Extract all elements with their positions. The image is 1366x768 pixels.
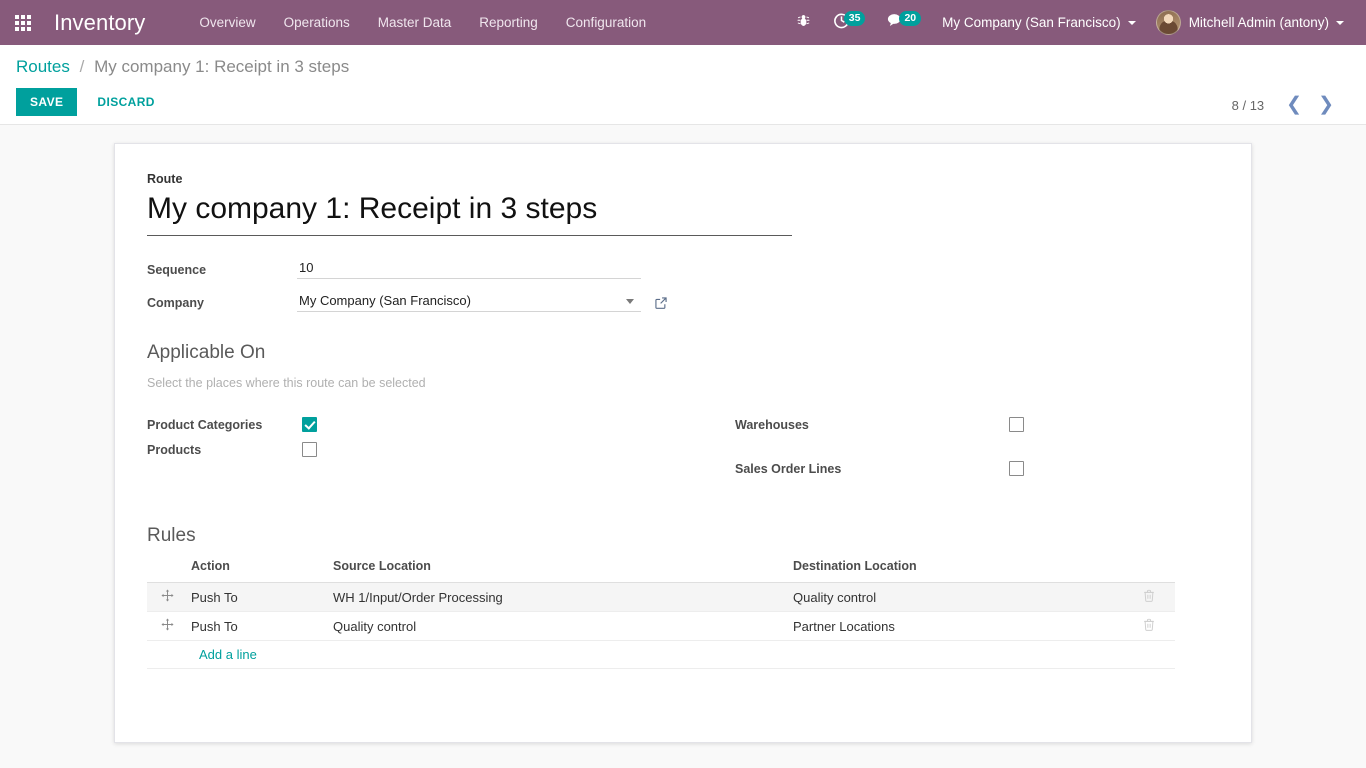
menu-item-reporting[interactable]: Reporting [465,0,552,45]
apps-menu-toggle[interactable] [0,0,46,45]
breadcrumb-item-routes[interactable]: Routes [16,57,70,76]
column-header-action: Action [183,559,325,583]
field-row-product-categories: Product Categories [147,412,683,437]
column-header-destination-location: Destination Location [785,559,1135,583]
apps-grid-icon [15,14,31,31]
pager-value: 8 / 13 [1231,97,1265,113]
bug-icon [796,13,811,33]
top-navbar: Inventory Overview Operations Master Dat… [0,0,1366,45]
navbar-systray: 35 20 My Company (San Francisco) Mitchel… [785,0,1366,45]
row-drag-handle-cell [147,582,183,612]
applicable-on-left-column: Product Categories Products [147,412,683,481]
column-header-source-location: Source Location [325,559,785,583]
form-view-area: Route Sequence Company [0,125,1366,768]
save-button[interactable]: SAVE [16,88,78,116]
sales-order-lines-label: Sales Order Lines [735,461,842,476]
user-menu-label: Mitchell Admin (antony) [1188,15,1329,30]
header-fields-group: Sequence Company [147,258,1219,312]
column-header-handle [147,559,183,583]
column-header-delete [1135,559,1175,583]
discard-button[interactable]: DISCARD [83,88,168,116]
route-name-input[interactable] [147,190,792,236]
warehouses-label: Warehouses [735,417,809,432]
record-action-buttons: SAVE DISCARD [16,88,1350,116]
pager-next-button[interactable]: ❯ [1310,95,1342,114]
record-sheet: Route Sequence Company [114,143,1252,743]
applicable-on-title: Applicable On [147,342,266,363]
product-categories-label: Product Categories [147,417,263,432]
cell-destination-location[interactable]: Quality control [785,582,1135,612]
company-input[interactable] [297,291,641,312]
products-checkbox[interactable] [302,442,317,457]
cell-delete [1135,582,1175,612]
company-switcher-label: My Company (San Francisco) [942,15,1121,30]
rules-table-body: Push To WH 1/Input/Order Processing Qual… [147,582,1175,669]
field-row-products: Products [147,437,683,462]
sales-order-lines-checkbox[interactable] [1009,461,1024,476]
add-line-handle-cell [147,640,183,669]
trash-icon[interactable] [1143,589,1155,605]
drag-move-icon[interactable] [161,618,174,633]
chevron-down-icon [1127,20,1136,25]
table-header-row: Action Source Location Destination Locat… [147,559,1175,583]
applicable-on-right-column: Warehouses Sales Order Lines [683,412,1219,481]
menu-item-master-data[interactable]: Master Data [364,0,466,45]
breadcrumb-separator: / [79,57,85,76]
company-field-row: Company [147,291,1219,312]
control-panel: Routes / My company 1: Receipt in 3 step… [0,45,1366,125]
breadcrumb-current-record: My company 1: Receipt in 3 steps [94,57,350,76]
field-row-warehouses: Warehouses [735,412,1219,437]
company-many2one [297,291,641,312]
add-line-cell: Add a line [183,640,1175,669]
sequence-input[interactable] [297,258,641,279]
company-label: Company [147,296,204,310]
cell-source-location[interactable]: WH 1/Input/Order Processing [325,582,785,612]
sequence-field-row: Sequence [147,258,1219,279]
drag-move-icon[interactable] [161,589,174,604]
activities-menu-button[interactable]: 35 [822,0,877,45]
record-pager: 8 / 13 ❮ ❯ [1231,95,1342,114]
main-menu: Overview Operations Master Data Reportin… [185,0,660,45]
cell-destination-location[interactable]: Partner Locations [785,611,1135,641]
route-name-label: Route [147,172,183,186]
cell-action[interactable]: Push To [183,582,325,612]
avatar [1155,10,1181,35]
messages-counter-badge: 20 [899,10,922,26]
app-brand-title[interactable]: Inventory [46,10,159,36]
product-categories-checkbox[interactable] [302,417,317,432]
user-menu[interactable]: Mitchell Admin (antony) [1146,0,1354,45]
add-a-line-link[interactable]: Add a line [191,647,257,662]
company-switcher[interactable]: My Company (San Francisco) [932,0,1146,45]
breadcrumb: Routes / My company 1: Receipt in 3 step… [16,55,1350,79]
table-row[interactable]: Push To WH 1/Input/Order Processing Qual… [147,582,1175,612]
rules-table-header: Action Source Location Destination Locat… [147,559,1175,583]
activities-counter-badge: 35 [843,10,866,26]
trash-icon[interactable] [1143,618,1155,634]
rules-title: Rules [147,525,196,546]
add-line-row: Add a line [147,640,1175,669]
menu-item-configuration[interactable]: Configuration [552,0,660,45]
field-row-sales-order-lines: Sales Order Lines [735,456,1219,481]
external-link-icon[interactable] [654,296,668,310]
pager-previous-button[interactable]: ❮ [1278,95,1310,114]
messages-menu-button[interactable]: 20 [876,0,932,45]
warehouses-checkbox[interactable] [1009,417,1024,432]
menu-item-overview[interactable]: Overview [185,0,269,45]
applicable-on-columns: Product Categories Products Warehouses S [147,412,1219,481]
debug-menu-button[interactable] [785,0,822,45]
cell-delete [1135,611,1175,641]
cell-source-location[interactable]: Quality control [325,611,785,641]
sequence-label: Sequence [147,263,207,277]
rules-table: Action Source Location Destination Locat… [147,559,1175,669]
row-drag-handle-cell [147,611,183,641]
menu-item-operations[interactable]: Operations [270,0,364,45]
products-label: Products [147,442,202,457]
chevron-down-icon [1336,20,1344,25]
cell-action[interactable]: Push To [183,611,325,641]
table-row[interactable]: Push To Quality control Partner Location… [147,611,1175,641]
applicable-on-subtitle: Select the places where this route can b… [147,376,426,390]
